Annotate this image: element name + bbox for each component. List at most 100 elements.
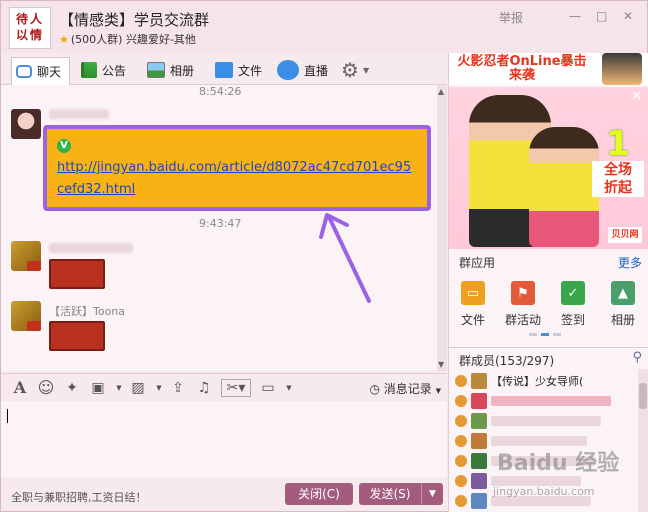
member-role-icon xyxy=(455,475,467,487)
chat-scrollbar[interactable]: ▲ ▼ xyxy=(437,85,447,371)
sender-name: 【活跃】Toona xyxy=(49,305,126,318)
close-window-button[interactable]: ✕ xyxy=(623,9,633,23)
music-icon[interactable]: ♫ xyxy=(195,379,213,397)
scissors-icon[interactable]: ✂▾ xyxy=(221,378,251,397)
tab-album-label: 相册 xyxy=(170,63,195,78)
ad-banner-top[interactable]: 火影忍者OnLine暴击来袭 xyxy=(449,53,648,85)
close-button[interactable]: 关闭(C) xyxy=(285,483,353,505)
tab-live-label: 直播 xyxy=(304,63,329,78)
text-caret xyxy=(7,409,8,423)
app-label: 群活动 xyxy=(504,313,541,327)
gear-icon: ⚙ xyxy=(341,58,359,82)
group-apps-header: 群应用 更多 xyxy=(449,251,648,271)
ad-sale-number: 1 xyxy=(606,124,630,164)
app-checkin[interactable]: ✓ 签到 xyxy=(553,281,593,328)
report-button[interactable]: 举报 xyxy=(499,9,523,26)
members-scrollbar[interactable] xyxy=(638,369,648,512)
promo-text[interactable]: 全职与兼职招聘,工资日结！ xyxy=(11,489,147,505)
message-history-button[interactable]: ◷ 消息记录 ▼ xyxy=(369,380,441,397)
group-apps-more-link[interactable]: 更多 xyxy=(618,254,642,271)
send-button[interactable]: 发送(S) xyxy=(359,483,421,505)
input-toolbar: A ☺ ✦ ▣ ▼ ▨ ▼ ⇪ ♫ ✂▾ ▭ ▼ ◷ 消息记录 ▼ xyxy=(1,373,447,401)
group-meta: ★ (500人群) 兴趣爱好-其他 xyxy=(59,31,196,47)
message-timestamp: 9:43:47 xyxy=(199,217,242,230)
gift-icon[interactable]: ▣ xyxy=(89,379,107,397)
app-album[interactable]: ▲ 相册 xyxy=(603,281,643,328)
search-icon[interactable]: ⚲ xyxy=(632,350,642,365)
sticker-message[interactable] xyxy=(49,259,105,289)
tab-bar: 聊天 公告 相册 文件 直播 ⚙ ▼ xyxy=(1,53,447,85)
upload-icon[interactable]: ⇪ xyxy=(169,379,187,397)
pager-dot[interactable] xyxy=(529,333,537,336)
bottom-bar: 全职与兼职招聘,工资日结！ 关闭(C) 发送(S) ▼ xyxy=(1,477,447,511)
chevron-down-icon[interactable]: ▼ xyxy=(285,379,293,397)
title-bar: 待人 以情 【情感类】学员交流群 ★ (500人群) 兴趣爱好-其他 举报 — □ … xyxy=(1,1,647,53)
app-label: 文件 xyxy=(460,313,485,327)
ad-sale-line2: 折起 xyxy=(592,179,644,197)
tab-live[interactable]: 直播 xyxy=(277,57,328,83)
member-role-icon xyxy=(455,495,467,507)
maximize-button[interactable]: □ xyxy=(596,9,607,23)
ad-sale-line1: 全场 xyxy=(592,161,644,179)
sticker-message[interactable] xyxy=(49,321,105,351)
message-input[interactable] xyxy=(1,401,447,477)
app-events[interactable]: ⚑ 群活动 xyxy=(503,281,543,328)
group-avatar[interactable]: 待人 以情 xyxy=(9,7,51,49)
message-list[interactable]: 8:54:26 V http://jingyan.baidu.com/artic… xyxy=(1,85,447,371)
magic-icon[interactable]: ✦ xyxy=(63,379,81,397)
scrollbar-thumb[interactable] xyxy=(639,383,647,409)
tab-files[interactable]: 文件 xyxy=(215,57,262,83)
sender-name-blurred xyxy=(49,109,109,119)
minimize-button[interactable]: — xyxy=(569,9,581,23)
apps-pager[interactable] xyxy=(529,333,561,336)
message-timestamp: 8:54:26 xyxy=(199,85,242,98)
emoji-icon[interactable]: ☺ xyxy=(37,378,55,397)
tab-files-label: 文件 xyxy=(238,63,263,78)
group-name[interactable]: 【情感类】学员交流群 xyxy=(59,9,209,30)
member-avatar xyxy=(471,433,487,449)
send-options-chevron-icon[interactable]: ▼ xyxy=(421,483,443,505)
members-title: 群成员(153/297) xyxy=(459,354,555,368)
folder-icon xyxy=(215,62,233,78)
tab-settings[interactable]: ⚙ ▼ xyxy=(341,57,369,83)
pager-dot[interactable] xyxy=(541,333,549,336)
member-row[interactable] xyxy=(455,411,635,431)
group-apps-title: 群应用 xyxy=(459,256,496,270)
members-header: 群成员(153/297) ⚲ xyxy=(449,347,648,368)
member-avatar xyxy=(471,393,487,409)
member-avatar xyxy=(471,453,487,469)
member-role-icon xyxy=(455,435,467,447)
tab-chat[interactable]: 聊天 xyxy=(11,57,71,85)
flag-icon: ⚑ xyxy=(511,281,535,305)
chevron-down-icon[interactable]: ▼ xyxy=(155,379,163,397)
checkmark-icon: ✓ xyxy=(561,281,585,305)
font-icon[interactable]: A xyxy=(11,378,29,397)
member-role-icon xyxy=(455,395,467,407)
scroll-down-icon[interactable]: ▼ xyxy=(438,360,444,369)
app-label: 相册 xyxy=(610,313,635,327)
sender-avatar[interactable] xyxy=(11,109,41,139)
chevron-down-icon[interactable]: ▼ xyxy=(115,379,123,397)
member-row[interactable] xyxy=(455,391,635,411)
right-panel: 火影忍者OnLine暴击来袭 1 全场 折起 贝贝网 ✕ 群应用 更多 ▭ 文件… xyxy=(448,53,648,512)
tab-album[interactable]: 相册 xyxy=(147,57,194,83)
screen-icon[interactable]: ▭ xyxy=(259,379,277,397)
image-icon[interactable]: ▨ xyxy=(129,379,147,397)
ad-character-image xyxy=(602,53,642,85)
ad-top-text: 火影忍者OnLine暴击来袭 xyxy=(457,54,587,83)
scroll-up-icon[interactable]: ▲ xyxy=(438,87,444,96)
flag-icon xyxy=(81,62,97,78)
ad-close-icon[interactable]: ✕ xyxy=(631,89,642,104)
app-label: 签到 xyxy=(560,313,585,327)
app-files[interactable]: ▭ 文件 xyxy=(453,281,493,328)
annotation-arrow xyxy=(319,213,371,303)
chevron-down-icon: ▼ xyxy=(435,387,441,395)
pager-dot[interactable] xyxy=(553,333,561,336)
member-row[interactable]: 【传说】少女导师( xyxy=(455,371,635,391)
chat-bubble-icon xyxy=(16,65,32,78)
link-message-bubble: V http://jingyan.baidu.com/article/d8072… xyxy=(43,125,431,211)
live-bear-icon xyxy=(277,60,299,80)
tab-notice[interactable]: 公告 xyxy=(81,57,126,83)
message-link[interactable]: http://jingyan.baidu.com/article/d8072ac… xyxy=(57,157,417,201)
ad-banner-main[interactable]: 1 全场 折起 贝贝网 ✕ xyxy=(449,87,648,249)
